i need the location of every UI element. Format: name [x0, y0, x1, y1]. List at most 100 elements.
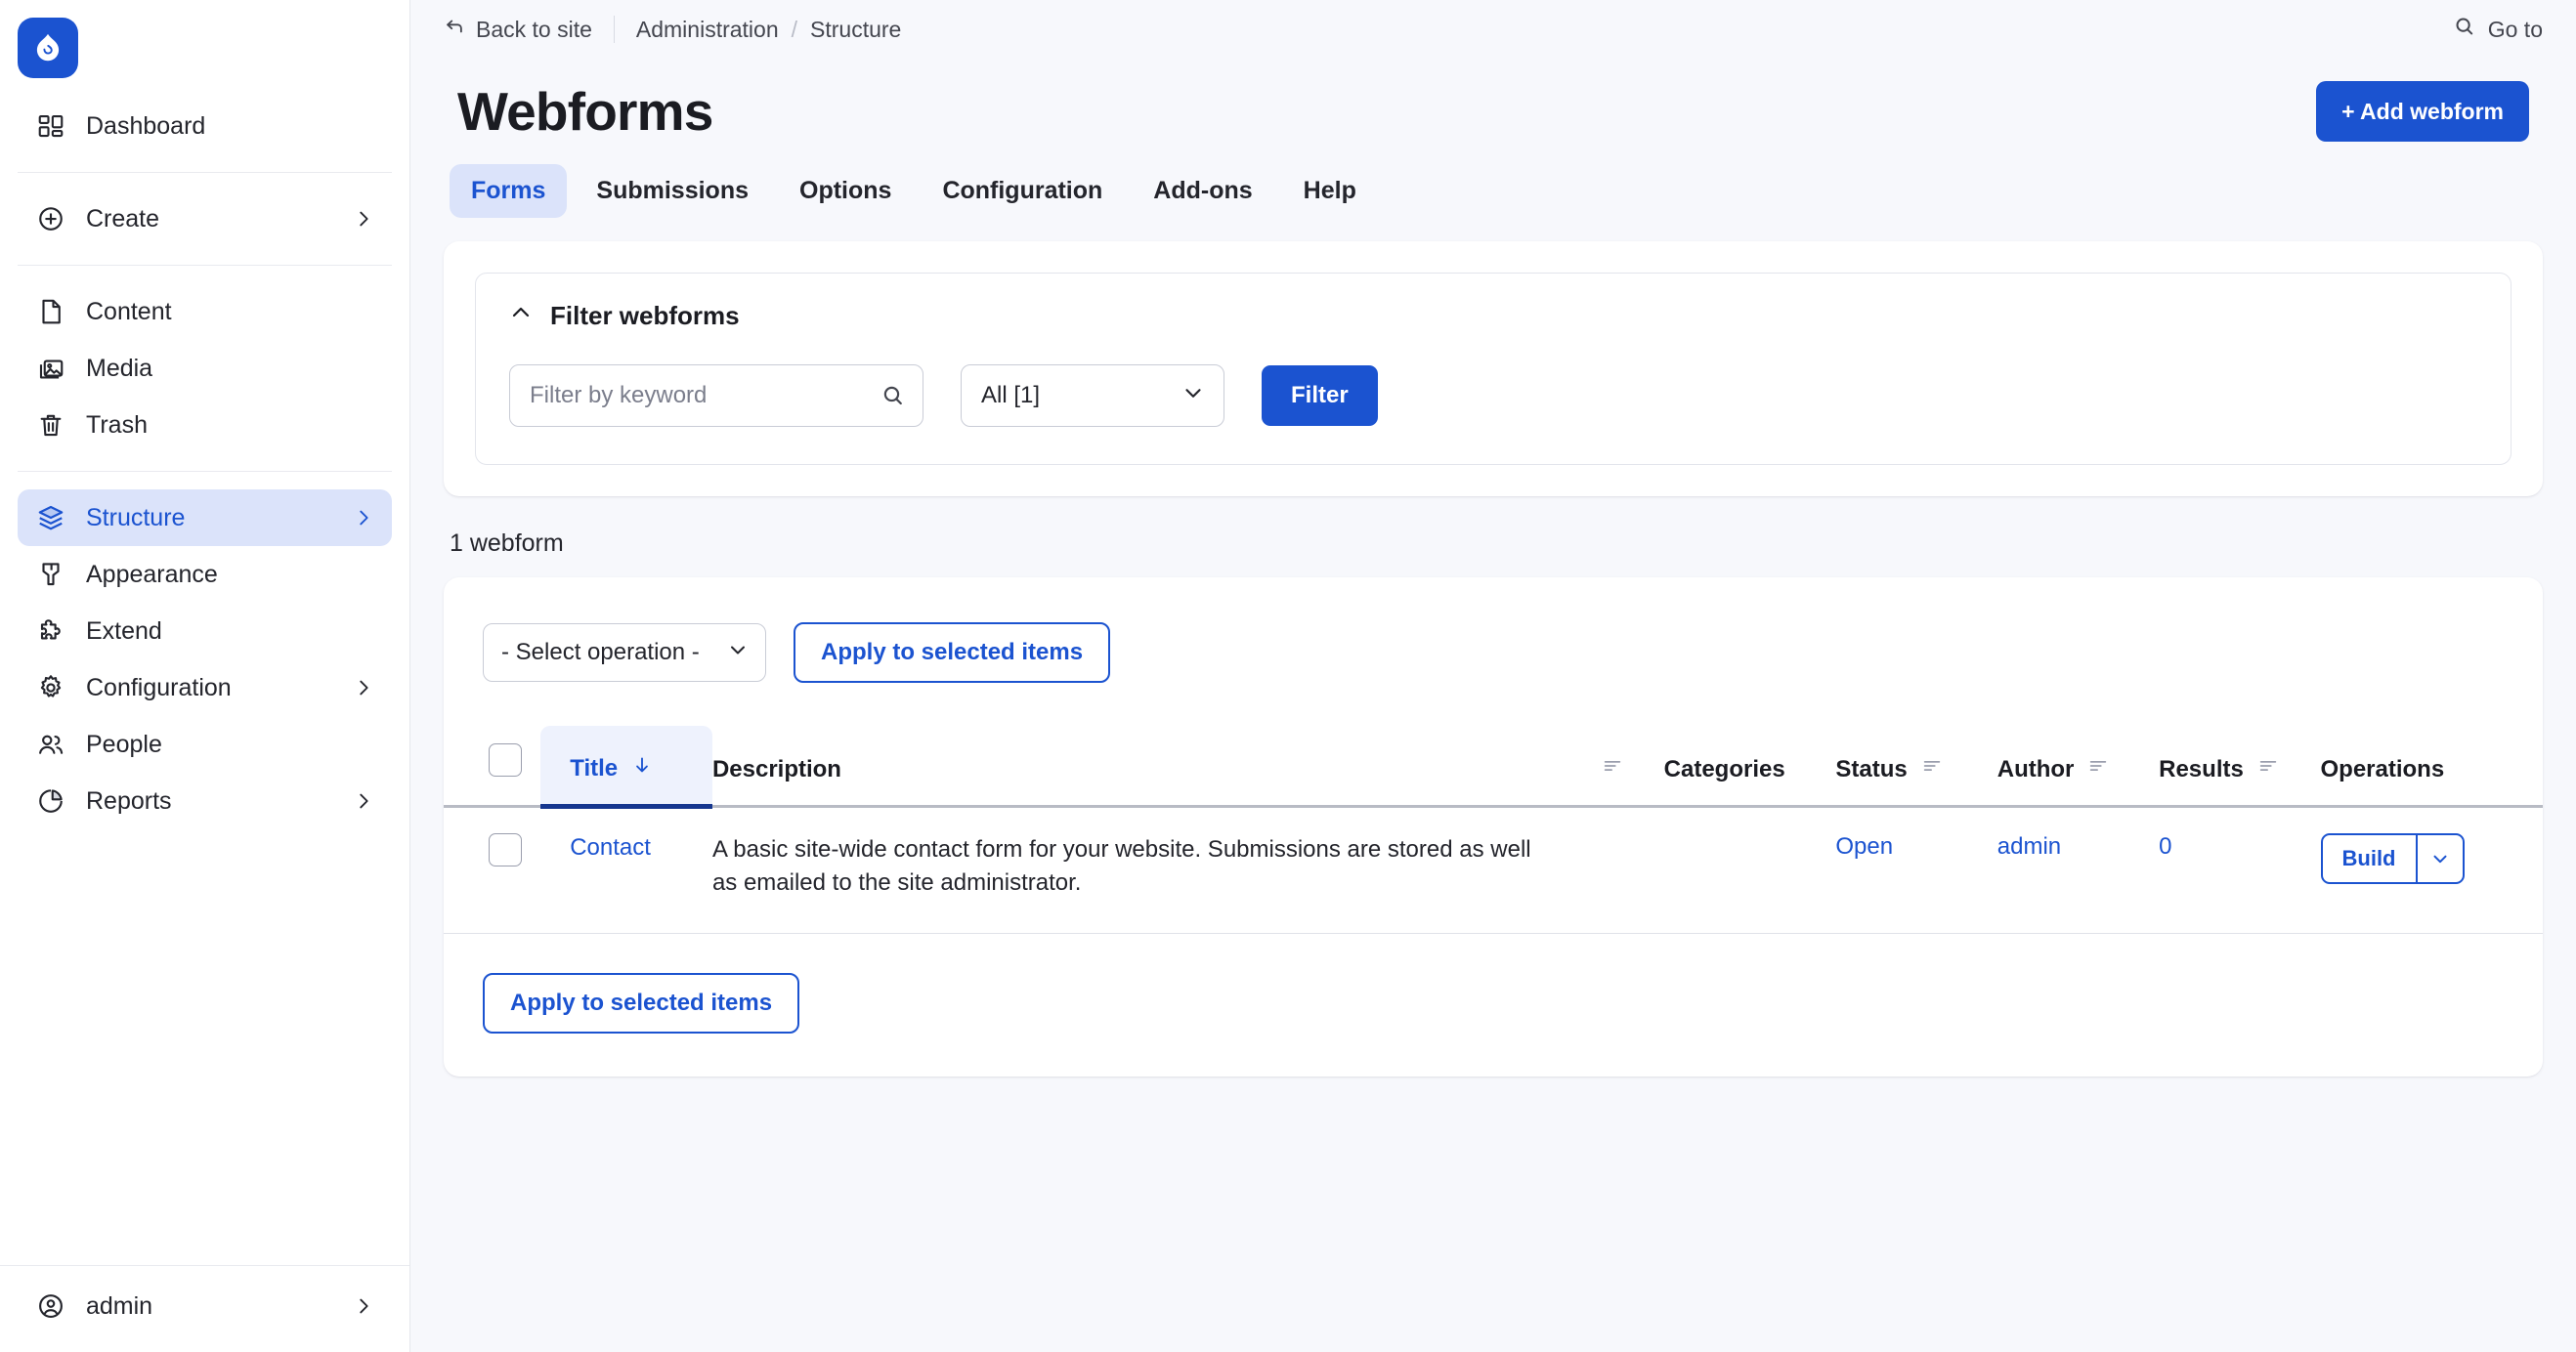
bulk-operation-select[interactable]: - Select operation - — [483, 623, 766, 682]
sort-icon — [2257, 755, 2279, 783]
table-header-select-all — [444, 726, 540, 807]
sidebar-item-user-admin[interactable]: admin — [18, 1278, 392, 1334]
bulk-operations-row-bottom: Apply to selected items — [444, 934, 2543, 1034]
filter-controls: All [1] Filter — [509, 364, 2477, 427]
people-icon — [35, 729, 66, 760]
breadcrumb-item-structure[interactable]: Structure — [810, 17, 901, 43]
tab-configuration[interactable]: Configuration — [921, 164, 1124, 218]
tab-submissions[interactable]: Submissions — [575, 164, 770, 218]
sidebar-item-reports[interactable]: Reports — [18, 773, 392, 829]
tab-help[interactable]: Help — [1282, 164, 1378, 218]
user-circle-icon — [35, 1290, 66, 1322]
tab-forms[interactable]: Forms — [450, 164, 567, 218]
webform-results-link[interactable]: 0 — [2159, 833, 2171, 860]
filter-legend-toggle[interactable]: Filter webforms — [509, 301, 2477, 331]
sidebar-divider — [18, 265, 392, 266]
filter-panel: Filter webforms — [475, 273, 2512, 465]
table-header-description: Description — [712, 726, 1602, 807]
table-header-author[interactable]: Author — [1997, 726, 2159, 807]
drupal-drop-icon[interactable] — [18, 18, 78, 78]
tab-add-ons[interactable]: Add-ons — [1132, 164, 1273, 218]
sidebar-item-media[interactable]: Media — [18, 340, 392, 397]
row-operations-cell: Build — [2321, 807, 2544, 934]
sidebar-item-label: People — [86, 731, 374, 759]
filter-category-select[interactable]: All [1] — [961, 364, 1224, 427]
table-header-categories: Categories — [1664, 726, 1836, 807]
goto-search-button[interactable]: Go to — [2453, 15, 2543, 44]
filter-submit-button[interactable]: Filter — [1262, 365, 1378, 426]
filter-card: Filter webforms — [444, 241, 2543, 496]
chevron-right-icon — [353, 1295, 374, 1317]
webform-author-link[interactable]: admin — [1997, 833, 2061, 860]
table-body: Contact A basic site-wide contact form f… — [444, 807, 2543, 934]
row-status-cell: Open — [1835, 807, 1996, 934]
chevron-down-icon — [726, 638, 750, 668]
filter-category-wrap: All [1] — [961, 364, 1224, 427]
sidebar-item-create[interactable]: Create — [18, 190, 392, 247]
sidebar-divider — [18, 172, 392, 173]
sort-icon — [1921, 755, 1943, 783]
sort-icon — [2087, 755, 2109, 783]
sidebar-item-extend[interactable]: Extend — [18, 603, 392, 659]
bulk-operation-value: - Select operation - — [501, 639, 726, 666]
pie-chart-icon — [35, 785, 66, 817]
layers-icon — [35, 502, 66, 533]
sidebar-item-configuration[interactable]: Configuration — [18, 659, 392, 716]
table-header-description-sort[interactable] — [1602, 726, 1664, 807]
table-header-results[interactable]: Results — [2159, 726, 2320, 807]
apply-to-selected-items-button-bottom[interactable]: Apply to selected items — [483, 973, 799, 1034]
table-header-results-label: Results — [2159, 756, 2244, 783]
table-head: Title Description — [444, 726, 2543, 807]
back-to-site-link[interactable]: Back to site — [444, 16, 615, 43]
arrow-back-icon — [444, 16, 465, 43]
sidebar-item-dashboard[interactable]: Dashboard — [18, 98, 392, 154]
sidebar-item-label: Create — [86, 205, 333, 233]
build-button[interactable]: Build — [2323, 835, 2416, 882]
sidebar-group-content: Content Media — [0, 275, 409, 461]
sidebar-item-trash[interactable]: Trash — [18, 397, 392, 453]
row-select-cell — [444, 807, 540, 934]
chevron-right-icon — [353, 790, 374, 812]
table-header-status[interactable]: Status — [1835, 726, 1996, 807]
sidebar-item-label: Appearance — [86, 561, 374, 589]
sidebar-user-label: admin — [86, 1292, 333, 1321]
main-area: Back to site Administration / Structure … — [410, 0, 2576, 1352]
table-header-description-label: Description — [712, 756, 841, 782]
webform-description: A basic site-wide contact form for your … — [712, 833, 1543, 900]
document-icon — [35, 296, 66, 327]
add-webform-button[interactable]: + Add webform — [2316, 81, 2529, 142]
sidebar-item-label: Reports — [86, 787, 333, 816]
breadcrumb-separator: / — [792, 17, 797, 43]
filter-keyword-input[interactable] — [509, 364, 923, 427]
row-description-cell: A basic site-wide contact form for your … — [712, 807, 1664, 934]
tab-bar: Forms Submissions Options Configuration … — [444, 143, 2543, 218]
tab-options[interactable]: Options — [778, 164, 913, 218]
breadcrumb-item-administration[interactable]: Administration — [636, 17, 779, 43]
app-root: Dashboard Create — [0, 0, 2576, 1352]
sidebar-item-appearance[interactable]: Appearance — [18, 546, 392, 603]
webform-title-link[interactable]: Contact — [570, 834, 651, 861]
webform-status-link[interactable]: Open — [1835, 833, 1893, 860]
apply-to-selected-items-button-top[interactable]: Apply to selected items — [794, 622, 1110, 683]
chevron-right-icon — [353, 677, 374, 698]
sidebar-item-structure[interactable]: Structure — [18, 489, 392, 546]
sidebar-item-label: Structure — [86, 504, 333, 532]
sidebar-group-create: Create — [0, 183, 409, 255]
table-row: Contact A basic site-wide contact form f… — [444, 807, 2543, 934]
paint-icon — [35, 559, 66, 590]
gear-icon — [35, 672, 66, 703]
chevron-right-icon — [353, 208, 374, 230]
sidebar-item-content[interactable]: Content — [18, 283, 392, 340]
row-categories-cell — [1664, 807, 1836, 934]
select-all-checkbox[interactable] — [489, 743, 522, 777]
sidebar-divider — [18, 471, 392, 472]
brand — [0, 0, 409, 90]
table-header-operations: Operations — [2321, 726, 2544, 807]
operations-dropdown-toggle[interactable] — [2416, 835, 2463, 882]
sidebar-item-people[interactable]: People — [18, 716, 392, 773]
row-checkbox[interactable] — [489, 833, 522, 866]
sidebar-group-admin: Structure Appearance — [0, 482, 409, 837]
page-content: Webforms + Add webform Forms Submissions… — [410, 59, 2576, 1077]
table-header-operations-label: Operations — [2321, 756, 2445, 782]
table-header-title[interactable]: Title — [540, 726, 712, 807]
